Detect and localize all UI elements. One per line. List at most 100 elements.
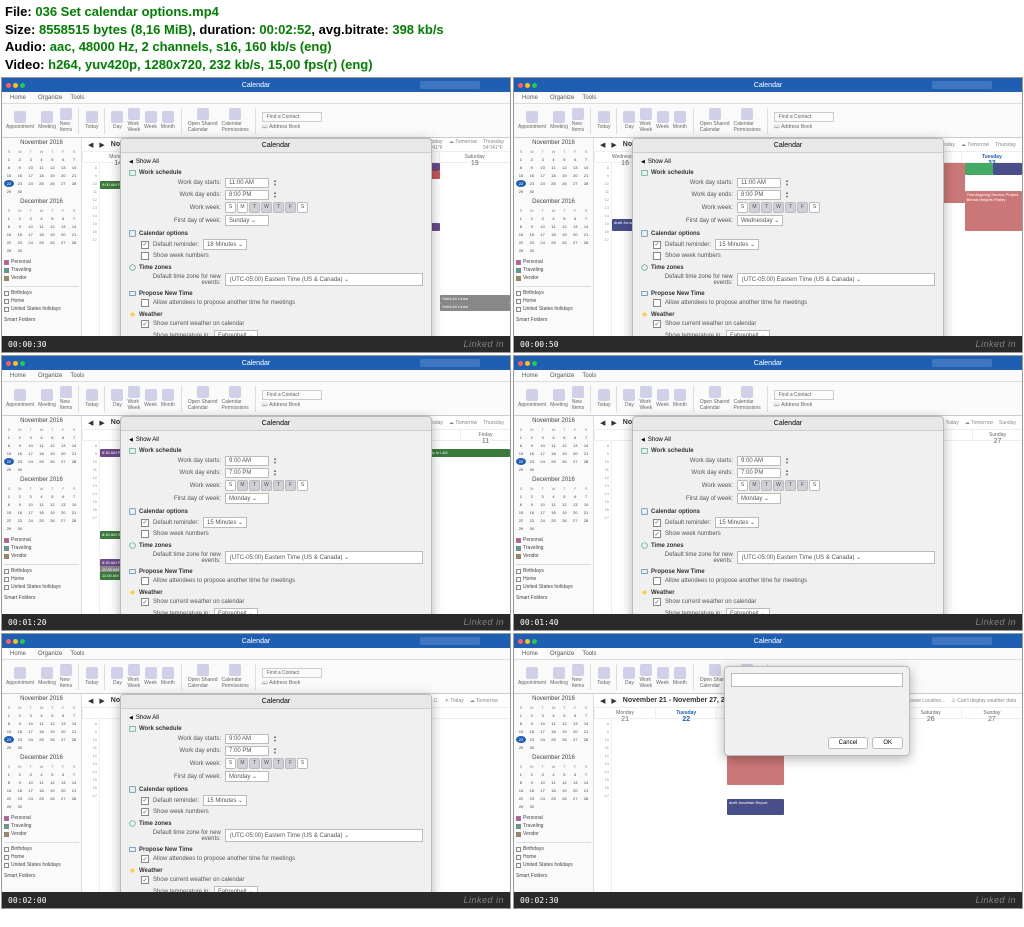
week-button[interactable]: Week: [144, 389, 157, 408]
titlebar-search[interactable]: [420, 81, 480, 89]
work-day-starts-select[interactable]: 9:00 AM: [737, 456, 781, 466]
workweek-day-M[interactable]: M: [237, 758, 248, 769]
first-day-select[interactable]: Monday ⌄: [225, 771, 269, 782]
calendar-event[interactable]: Della Air Lines: [440, 295, 510, 303]
address-book-button[interactable]: 📖 Address Book: [262, 402, 322, 408]
tab-home[interactable]: Home: [518, 372, 542, 380]
work-day-ends-select[interactable]: 8:00 PM: [737, 190, 781, 200]
sidebar-cal-2[interactable]: United States holidays: [4, 861, 79, 869]
first-day-select[interactable]: Sunday ⌄: [225, 215, 269, 226]
timezone-select[interactable]: (UTC-05:00) Eastern Time (US & Canada) ⌄: [225, 551, 423, 564]
sidebar-category-1[interactable]: Traveling: [4, 822, 79, 830]
nav-prev[interactable]: ◀: [88, 697, 93, 705]
tab-tools[interactable]: Tools: [582, 373, 596, 379]
find-contact-input[interactable]: Find a Contact: [262, 390, 322, 400]
tab-home[interactable]: Home: [6, 650, 30, 658]
tab-tools[interactable]: Tools: [70, 95, 84, 101]
tab-tools[interactable]: Tools: [70, 651, 84, 657]
address-book-button[interactable]: 📖 Address Book: [262, 124, 322, 130]
workweek-day-M[interactable]: M: [237, 202, 248, 213]
day-button[interactable]: Day: [111, 667, 123, 686]
meeting-button[interactable]: Meeting: [38, 111, 56, 130]
sidebar-category-2[interactable]: Vendor: [516, 552, 591, 560]
month-button[interactable]: Month: [161, 111, 175, 130]
workweek-day-T[interactable]: T: [273, 202, 284, 213]
workweek-day-W[interactable]: W: [261, 480, 272, 491]
nav-prev[interactable]: ◀: [88, 141, 93, 149]
nav-next[interactable]: ▶: [611, 141, 616, 149]
work-day-starts-select[interactable]: 11:00 AM: [225, 178, 269, 188]
workweek-day-S[interactable]: S: [297, 202, 308, 213]
day-column[interactable]: Tuesday22: [961, 152, 1022, 162]
work-day-starts-select[interactable]: 9:00 AM: [225, 734, 269, 744]
week-button[interactable]: Week: [656, 389, 669, 408]
sidebar-category-2[interactable]: Vendor: [516, 274, 591, 282]
workweek-day-S[interactable]: S: [809, 480, 820, 491]
workweek-day-S[interactable]: S: [737, 202, 748, 213]
workweek-button[interactable]: WorkWeek: [127, 386, 140, 411]
reminder-select[interactable]: 15 Minutes ⌄: [715, 239, 759, 250]
workweek-day-F[interactable]: F: [285, 758, 296, 769]
month-button[interactable]: Month: [161, 667, 175, 686]
appointment-button[interactable]: Appointment: [6, 667, 34, 686]
calendar-event[interactable]: Thanksgiving Service Project Bernal Heig…: [965, 191, 1022, 231]
sidebar-category-1[interactable]: Traveling: [4, 266, 79, 274]
workweek-day-S[interactable]: S: [737, 480, 748, 491]
cancel-button[interactable]: Cancel: [828, 737, 869, 749]
sidebar-cal-2[interactable]: United States holidays: [516, 305, 591, 313]
nav-prev[interactable]: ◀: [600, 141, 605, 149]
cal-perm-button[interactable]: CalendarPermissions: [222, 108, 249, 133]
find-contact-input[interactable]: Find a Contact: [262, 668, 322, 678]
sidebar-cal-2[interactable]: United States holidays: [516, 583, 591, 591]
ok-button[interactable]: OK: [872, 737, 903, 749]
sidebar-category-0[interactable]: Personal: [4, 814, 79, 822]
workweek-day-S[interactable]: S: [297, 758, 308, 769]
open-shared-button[interactable]: Open SharedCalendar: [188, 386, 218, 411]
workweek-day-S[interactable]: S: [225, 202, 236, 213]
show-all-button[interactable]: ◀ Show All: [641, 159, 935, 165]
nav-next[interactable]: ▶: [611, 697, 616, 705]
workweek-button[interactable]: WorkWeek: [639, 664, 652, 689]
work-day-ends-select[interactable]: 7:00 PM: [225, 746, 269, 756]
sidebar-cal-2[interactable]: United States holidays: [4, 305, 79, 313]
sidebar-cal-1[interactable]: Home: [4, 575, 79, 583]
tab-home[interactable]: Home: [518, 94, 542, 102]
titlebar-search[interactable]: [420, 637, 480, 645]
tab-tools[interactable]: Tools: [582, 651, 596, 657]
timezone-select[interactable]: (UTC-05:00) Eastern Time (US & Canada) ⌄: [737, 551, 935, 564]
reminder-select[interactable]: 15 Minutes ⌄: [715, 517, 759, 528]
workweek-day-T[interactable]: T: [249, 758, 260, 769]
workweek-day-S[interactable]: S: [297, 480, 308, 491]
sidebar-cal-1[interactable]: Home: [4, 297, 79, 305]
work-day-starts-select[interactable]: 11:00 AM: [737, 178, 781, 188]
sidebar-category-2[interactable]: Vendor: [4, 830, 79, 838]
tab-tools[interactable]: Tools: [582, 95, 596, 101]
open-shared-button[interactable]: Open SharedCalendar: [700, 108, 730, 133]
reminder-select[interactable]: 18 Minutes ⌄: [203, 239, 247, 250]
first-day-select[interactable]: Wednesday ⌄: [737, 215, 783, 226]
sidebar-category-0[interactable]: Personal: [516, 258, 591, 266]
tab-organize[interactable]: Organize: [38, 651, 62, 657]
week-button[interactable]: Week: [656, 111, 669, 130]
today-button[interactable]: Today: [85, 111, 98, 130]
month-button[interactable]: Month: [673, 667, 687, 686]
day-button[interactable]: Day: [623, 389, 635, 408]
address-book-button[interactable]: 📖 Address Book: [262, 680, 322, 686]
workweek-day-S[interactable]: S: [225, 758, 236, 769]
calendar-event[interactable]: [965, 163, 994, 175]
day-button[interactable]: Day: [623, 111, 635, 130]
week-button[interactable]: Week: [144, 111, 157, 130]
workweek-day-T[interactable]: T: [761, 202, 772, 213]
week-button[interactable]: Week: [144, 667, 157, 686]
nav-next[interactable]: ▶: [99, 697, 104, 705]
titlebar-search[interactable]: [932, 81, 992, 89]
location-search-input[interactable]: [731, 673, 903, 687]
work-day-starts-select[interactable]: 9:00 AM: [225, 456, 269, 466]
tab-organize[interactable]: Organize: [38, 373, 62, 379]
month-button[interactable]: Month: [673, 111, 687, 130]
workweek-day-W[interactable]: W: [261, 202, 272, 213]
workweek-day-F[interactable]: F: [797, 480, 808, 491]
tab-home[interactable]: Home: [518, 650, 542, 658]
workweek-day-W[interactable]: W: [773, 480, 784, 491]
meeting-button[interactable]: Meeting: [38, 389, 56, 408]
